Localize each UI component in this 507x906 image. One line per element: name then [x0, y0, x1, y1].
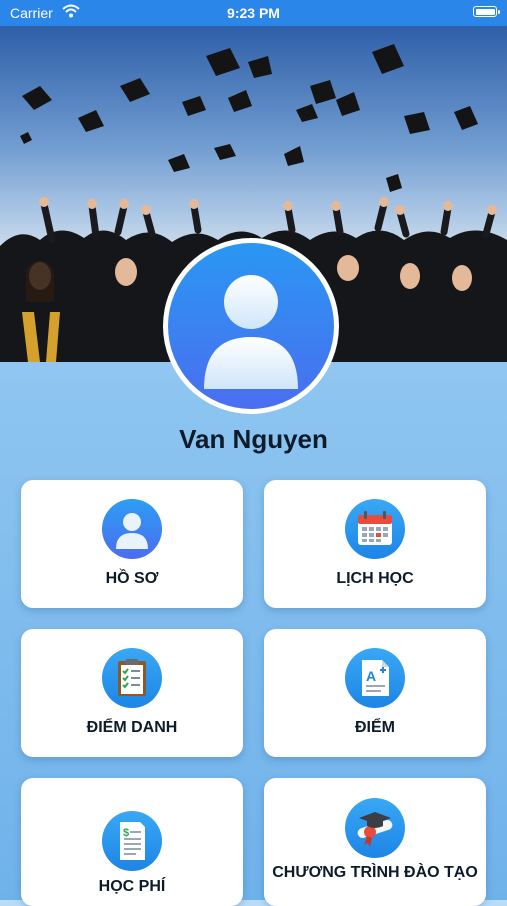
- diploma-icon: [345, 798, 405, 858]
- user-name: Van Nguyen: [179, 424, 328, 454]
- menu-label: LỊCH HỌC: [336, 570, 414, 587]
- menu-card-hoc-phi[interactable]: $ HỌC PHÍ: [21, 778, 243, 906]
- calendar-icon: [345, 499, 405, 559]
- profile-avatar[interactable]: [163, 238, 339, 414]
- menu-label: CHƯƠNG TRÌNH ĐÀO TẠO: [272, 864, 478, 881]
- menu-card-chuong-trinh-dao-tao[interactable]: CHƯƠNG TRÌNH ĐÀO TẠO: [264, 778, 486, 906]
- status-bar: Carrier 9:23 PM: [0, 0, 507, 26]
- menu-card-diem-danh[interactable]: ĐIỂM DANH: [21, 629, 243, 757]
- grade-document-icon: A: [345, 648, 405, 708]
- menu-card-ho-so[interactable]: HỒ SƠ: [21, 480, 243, 608]
- menu-card-lich-hoc[interactable]: LỊCH HỌC: [264, 480, 486, 608]
- profile-icon: [102, 499, 162, 559]
- battery-icon: [473, 6, 500, 17]
- menu-card-diem[interactable]: A ĐIỂM: [264, 629, 486, 757]
- svg-text:$: $: [123, 827, 129, 839]
- menu-label: HỌC PHÍ: [98, 878, 166, 895]
- menu-label: ĐIỂM DANH: [86, 719, 178, 736]
- user-silhouette-icon: [168, 243, 334, 409]
- svg-text:A: A: [366, 668, 376, 684]
- tuition-document-icon: $: [102, 811, 162, 871]
- menu-label: HỒ SƠ: [105, 570, 159, 587]
- status-time: 9:23 PM: [227, 5, 280, 21]
- clipboard-checklist-icon: [102, 648, 162, 708]
- menu-label: ĐIỂM: [355, 719, 395, 736]
